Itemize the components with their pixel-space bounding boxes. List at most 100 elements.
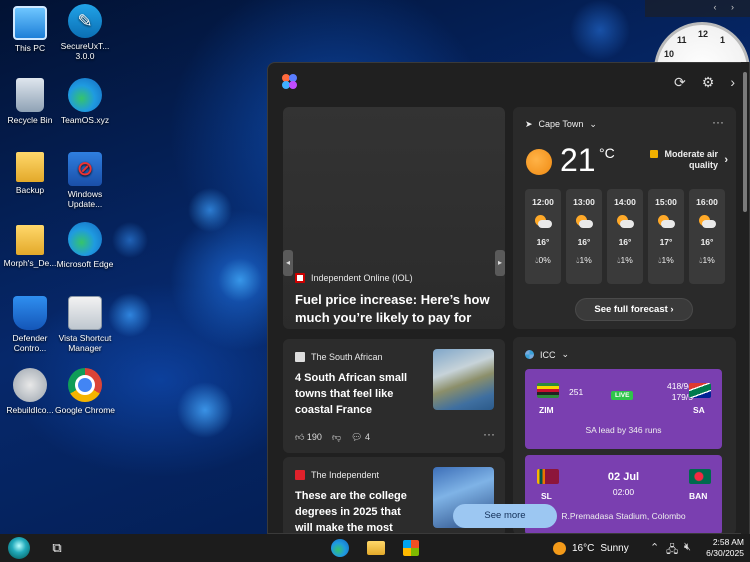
- team-name: ZIM: [539, 405, 554, 415]
- desktop-icon-this-pc[interactable]: This PC: [0, 6, 60, 53]
- widgets-scrollbar-thumb[interactable]: [743, 72, 747, 212]
- partly-cloudy-icon: [575, 215, 593, 229]
- match-card-live[interactable]: ZIM 251 LIVE 418/9d 179/5 SA SA lead by …: [525, 369, 722, 449]
- desktop-icon-label: Google Chrome: [55, 405, 116, 415]
- hour-temp: 16°: [577, 237, 591, 247]
- cricket-ball-icon: [525, 350, 534, 359]
- location-name: Cape Town: [538, 119, 584, 129]
- partly-cloudy-icon: [534, 215, 552, 229]
- tray-condition: Sunny: [600, 543, 629, 554]
- news-card[interactable]: The South African 4 South African small …: [283, 339, 505, 453]
- chevron-down-icon: ⌄: [561, 349, 570, 359]
- start-button[interactable]: [6, 537, 32, 559]
- current-temperature: 21: [560, 142, 596, 178]
- comment-button[interactable]: 💬︎ 4: [351, 432, 370, 443]
- news-headline[interactable]: These are the college degrees in 2025 th…: [295, 488, 419, 533]
- refresh-icon[interactable]: ⟳: [674, 74, 686, 91]
- news-headline[interactable]: 4 South African small towns that feel li…: [295, 370, 419, 418]
- network-icon[interactable]: 🖧︎: [666, 541, 678, 560]
- clock-numeral: 12: [698, 29, 709, 39]
- desktop-icon-defender-control[interactable]: Defender Contro...: [0, 296, 60, 353]
- hour-precip: 1%: [579, 255, 592, 265]
- coastal-town-thumbnail[interactable]: [433, 349, 494, 410]
- desktop-icon-secureuxtheme[interactable]: ✎ SecureUxT... 3.0.0: [55, 4, 115, 61]
- iol-logo-icon: [295, 273, 305, 283]
- partly-cloudy-icon: [616, 215, 634, 229]
- desktop-icon-morphs[interactable]: Morph's_De...: [0, 225, 60, 268]
- weather-widget[interactable]: ➤ Cape Town ⌄ ··· 21 °C Moderate air qua…: [513, 107, 736, 329]
- shield-icon: [13, 296, 47, 330]
- taskbar-clock[interactable]: 2:58 AM 6/30/2025: [702, 537, 744, 559]
- tray-temperature: 16°C: [572, 543, 595, 554]
- comment-count: 4: [365, 432, 371, 442]
- reactions: 👍︎ 190 👎︎ 💬︎ 4: [295, 432, 370, 443]
- chevron-down-icon: ⌄: [589, 119, 597, 129]
- hour-tile[interactable]: 13:00 16° 💧︎1%: [566, 189, 602, 284]
- see-full-forecast-button[interactable]: See full forecast ›: [575, 298, 693, 321]
- match-time: 02:00: [612, 487, 635, 497]
- source-name: The South African: [311, 352, 383, 362]
- weather-more-button[interactable]: ···: [712, 115, 724, 129]
- clock-numeral: 10: [664, 49, 675, 59]
- chevron-up-icon[interactable]: ⌃: [650, 541, 659, 554]
- the-independent-logo-icon: [295, 470, 305, 480]
- desktop-icon-label: RebuildIco...: [6, 405, 54, 415]
- gadget-nav-arrows[interactable]: ‹ ›: [714, 2, 741, 12]
- innings-score: 179/5: [671, 392, 693, 402]
- desktop-icon-recycle-bin[interactable]: Recycle Bin: [0, 78, 60, 125]
- hour-time: 16:00: [696, 197, 718, 207]
- desktop-icon-vista-shortcut-manager[interactable]: Vista Shortcut Manager: [55, 296, 115, 353]
- air-quality-link[interactable]: Moderate air quality ›: [648, 149, 728, 171]
- match-summary: SA lead by 346 runs: [585, 425, 662, 435]
- hero-headline[interactable]: Fuel price increase: Here’s how much you…: [295, 291, 495, 329]
- hour-temp: 16°: [536, 237, 550, 247]
- dislike-button[interactable]: 👎︎: [332, 432, 341, 443]
- sunny-icon: [526, 149, 552, 175]
- taskbar-store-icon[interactable]: [401, 538, 421, 558]
- hour-tile[interactable]: 14:00 16° 💧︎1%: [607, 189, 643, 284]
- widgets-panel: ⟳ ⚙ › ◂ ▸ Independent Online (IOL) Fuel …: [267, 62, 750, 534]
- location-arrow-icon: ➤: [525, 119, 533, 129]
- settings-gear-icon[interactable]: ⚙: [702, 74, 715, 91]
- hour-tile[interactable]: 12:00 16° 💧︎0%: [525, 189, 561, 284]
- folder-icon: [16, 152, 44, 182]
- desktop-icon-label: Windows Update...: [67, 189, 103, 209]
- like-count: 190: [306, 432, 322, 442]
- desktop-icon-windows-update[interactable]: ⊘ Windows Update...: [55, 152, 115, 209]
- task-view-icon[interactable]: ⧉: [47, 538, 67, 558]
- taskbar-weather-button[interactable]: 16°C Sunny: [553, 542, 629, 555]
- team-name: SA: [693, 405, 705, 415]
- weather-location[interactable]: ➤ Cape Town ⌄: [525, 119, 597, 130]
- hour-tile[interactable]: 15:00 17° 💧︎1%: [648, 189, 684, 284]
- chevron-right-icon[interactable]: ›: [730, 74, 735, 91]
- widgets-header: ⟳ ⚙ ›: [268, 63, 749, 101]
- edge-shortcut-icon: [68, 78, 102, 112]
- carousel-prev-arrow[interactable]: ◂: [283, 250, 293, 276]
- desktop-icon-microsoft-edge[interactable]: Microsoft Edge: [55, 222, 115, 269]
- taskbar-file-explorer-icon[interactable]: [366, 538, 386, 558]
- hour-tile[interactable]: 16:00 16° 💧︎1%: [689, 189, 725, 284]
- south-africa-flag-icon: [689, 383, 711, 398]
- desktop-icon-google-chrome[interactable]: Google Chrome: [55, 368, 115, 415]
- taskbar-edge-icon[interactable]: [330, 538, 350, 558]
- this-pc-icon: [13, 6, 47, 40]
- see-more-button[interactable]: See more: [453, 504, 557, 528]
- desktop-icon-rebuildicon[interactable]: RebuildIco...: [0, 368, 60, 415]
- temperature-unit[interactable]: °C: [599, 145, 615, 161]
- more-options-button[interactable]: ···: [483, 427, 495, 441]
- news-source: Independent Online (IOL): [295, 273, 413, 283]
- hero-news-card[interactable]: ◂ ▸ Independent Online (IOL) Fuel price …: [283, 107, 505, 329]
- edge-icon: [68, 222, 102, 256]
- innings-score: 418/9d: [667, 381, 693, 391]
- air-quality-icon: [650, 150, 658, 158]
- cricket-league-selector[interactable]: ICC ⌄: [525, 349, 569, 360]
- hour-temp: 17°: [659, 237, 673, 247]
- the-south-african-logo-icon: [295, 352, 305, 362]
- carousel-next-arrow[interactable]: ▸: [495, 250, 505, 276]
- volume-muted-icon[interactable]: 🔇︎: [684, 541, 691, 554]
- team-name: SL: [541, 491, 552, 501]
- like-button[interactable]: 👍︎ 190: [295, 432, 322, 443]
- desktop-icon-teamos[interactable]: TeamOS.xyz: [55, 78, 115, 125]
- news-source: The South African: [295, 352, 383, 362]
- desktop-icon-backup[interactable]: Backup: [0, 152, 60, 195]
